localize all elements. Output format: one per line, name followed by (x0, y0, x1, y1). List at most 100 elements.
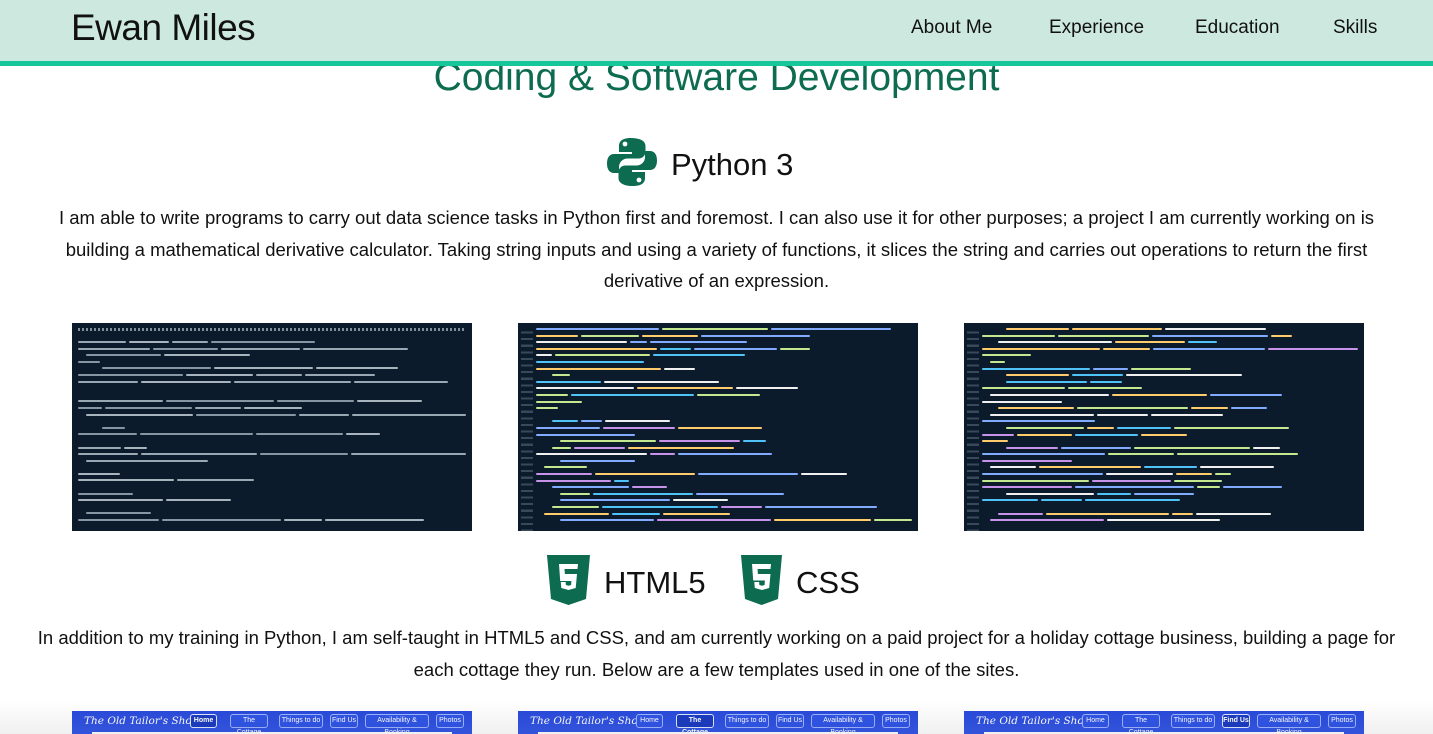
code-line (982, 486, 1358, 493)
code-line (536, 347, 912, 355)
html5-shield-icon (547, 555, 590, 610)
code-line (78, 453, 466, 460)
code-line (982, 499, 1358, 506)
code-line (536, 387, 912, 394)
code-line (78, 472, 466, 480)
code-line (982, 347, 1358, 355)
template-nav-button: Photos (436, 714, 464, 728)
code-line (78, 492, 466, 500)
html5-label: HTML5 (604, 564, 706, 600)
template-nav-button: Availability & Booking (1257, 714, 1321, 734)
template-nav-button: Find Us (776, 714, 804, 728)
nav-education[interactable]: Education (1195, 16, 1280, 40)
code-line (990, 393, 1358, 401)
template-nav-button: Photos (882, 714, 910, 728)
template-logo: The Old Tailor's Shop (976, 715, 1091, 727)
code-line (1006, 380, 1358, 388)
template-nav-button: The Cottage (676, 714, 714, 734)
template-screenshot-2[interactable]: The Old Tailor's ShopHome The Cottage Thin… (518, 711, 918, 734)
code-line (536, 380, 912, 388)
code-line (78, 341, 466, 348)
site-header: Ewan Miles About Me Experience Education… (0, 0, 1433, 61)
python-logo-icon (607, 136, 657, 193)
code-line (990, 466, 1358, 473)
nav-about-me[interactable]: About Me (911, 16, 992, 40)
code-line (982, 367, 1358, 375)
code-line (982, 334, 1358, 342)
code-line (552, 506, 912, 513)
code-line (990, 360, 1358, 368)
template-nav-button: Find Us (330, 714, 358, 728)
css-skill-heading: CSS (741, 555, 860, 610)
code-line (1006, 492, 1358, 500)
template-screenshot-1[interactable]: The Old Tailor's ShopHome The Cottage Thin… (72, 711, 472, 734)
code-line (78, 519, 466, 526)
nav-skills[interactable]: Skills (1333, 16, 1377, 40)
code-line (560, 499, 912, 506)
code-line (536, 334, 912, 342)
code-line (536, 453, 912, 460)
code-line (102, 426, 466, 434)
code-line (536, 341, 912, 348)
code-line (86, 459, 466, 467)
template-screenshot-3[interactable]: The Old Tailor's ShopHome The Cottage Thin… (964, 711, 1364, 734)
code-line (982, 433, 1358, 441)
code-line (544, 512, 912, 520)
nav-experience[interactable]: Experience (1049, 16, 1144, 40)
code-line (536, 400, 912, 408)
code-comment-rule (78, 328, 466, 331)
template-logo: The Old Tailor's Shop (530, 715, 645, 727)
template-nav-button: Find Us (1222, 714, 1250, 728)
html5-skill-heading: HTML5 (547, 555, 706, 610)
template-nav-button: The Cottage (230, 714, 268, 734)
code-line (998, 512, 1358, 520)
code-line (990, 519, 1358, 526)
code-line (78, 433, 466, 440)
line-number-gutter (967, 327, 979, 531)
code-line (536, 426, 912, 434)
code-line (998, 407, 1358, 414)
code-line (536, 407, 912, 414)
code-screenshot-2[interactable] (518, 323, 918, 531)
code-line (78, 347, 466, 355)
code-line (982, 400, 1358, 408)
template-nav-button: Things to do (725, 714, 769, 728)
code-line (982, 473, 1358, 480)
code-line (1006, 374, 1358, 381)
code-screenshot-3[interactable] (964, 323, 1364, 531)
site-brand[interactable]: Ewan Miles (71, 6, 256, 50)
template-nav-button: Home (1082, 714, 1109, 728)
template-nav-button: Things to do (1171, 714, 1215, 728)
css-label: CSS (796, 564, 860, 600)
template-logo: The Old Tailor's Shop (84, 715, 199, 727)
template-nav-button: Things to do (279, 714, 323, 728)
code-line (536, 479, 912, 487)
template-nav-button: Home (636, 714, 663, 728)
code-screenshot-1[interactable] (72, 323, 472, 531)
code-line (102, 367, 466, 374)
code-line (78, 400, 466, 407)
web-description: In addition to my training in Python, I … (37, 627, 1396, 680)
code-line (990, 413, 1358, 421)
template-nav-button: The Cottage (1122, 714, 1160, 734)
code-line (982, 387, 1358, 394)
code-line (78, 446, 466, 454)
code-line (552, 374, 912, 381)
code-line (552, 486, 912, 493)
template-nav-button: Photos (1328, 714, 1356, 728)
code-line (1006, 426, 1358, 434)
code-line (560, 519, 912, 526)
code-line (560, 459, 912, 467)
code-line (1006, 446, 1358, 454)
code-line (86, 413, 466, 421)
code-line (78, 380, 466, 388)
code-line (536, 367, 912, 375)
code-line (982, 420, 1358, 427)
code-line (982, 440, 1358, 447)
code-line (536, 328, 912, 335)
code-line (86, 512, 466, 519)
code-line (78, 479, 466, 486)
code-line (982, 453, 1358, 460)
code-line (552, 446, 912, 454)
python-label: Python 3 (671, 146, 794, 182)
